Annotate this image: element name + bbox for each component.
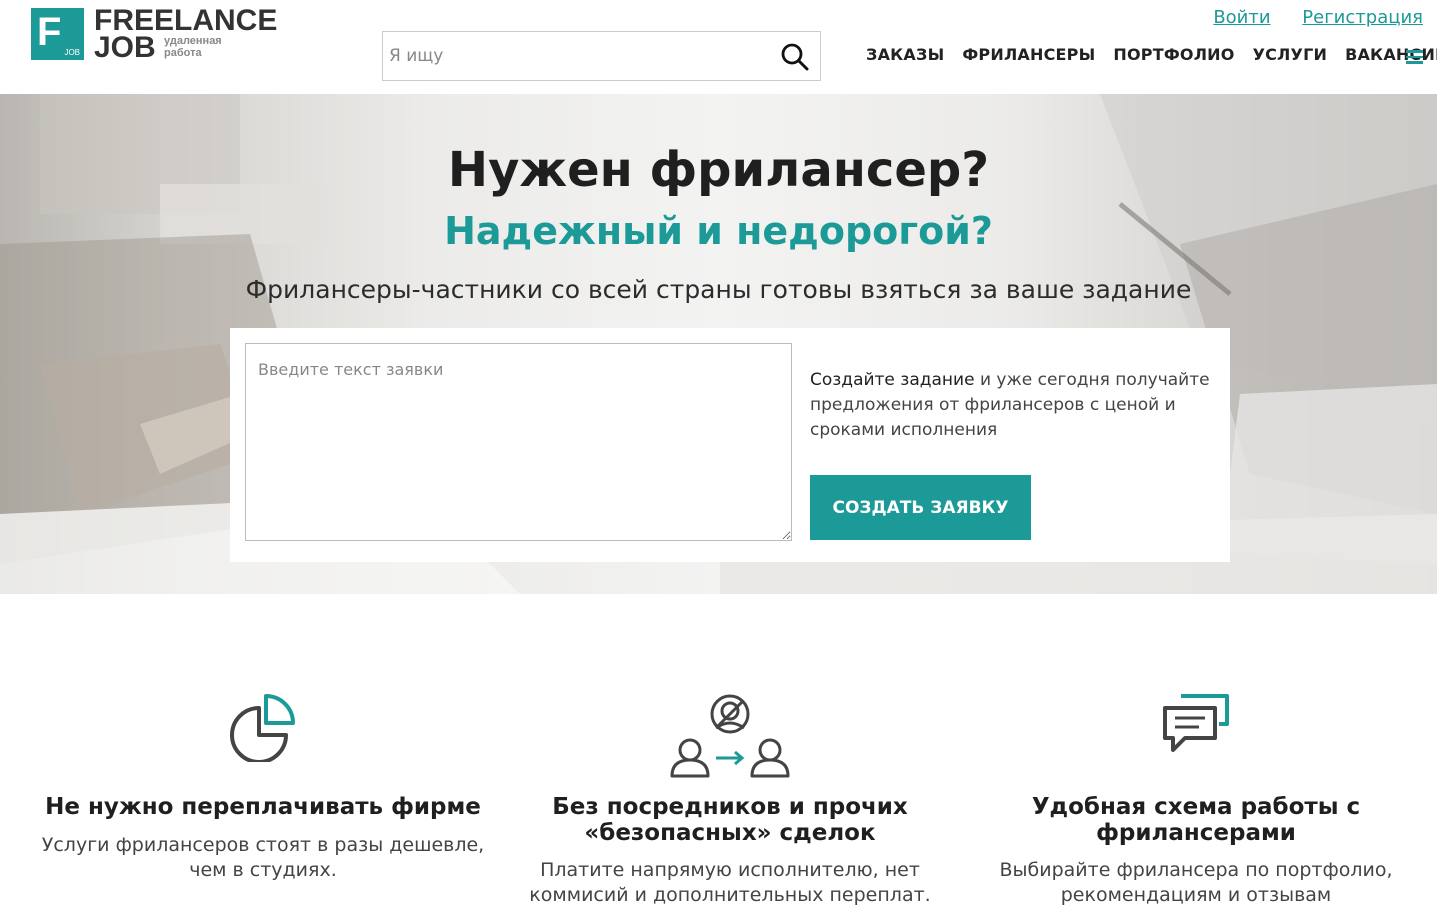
request-textarea[interactable]: [245, 343, 792, 541]
features-section: Не нужно переплачивать фирме Услуги фрил…: [0, 594, 1437, 921]
hero-section: Нужен фрилансер? Надежный и недорогой? Ф…: [0, 94, 1437, 594]
logo-box-tag: JOB: [64, 48, 80, 57]
feature-text: Выбирайте фрилансера по портфолио, реком…: [999, 859, 1393, 906]
nav-item-vacancies[interactable]: ВАКАНСИИ: [1345, 45, 1437, 64]
hamburger-menu-icon[interactable]: [1406, 50, 1423, 64]
logo-tagline-line2: работа: [164, 47, 202, 59]
pie-chart-icon: [228, 692, 298, 766]
search-box: [382, 31, 821, 81]
auth-links: Войти Регистрация: [1187, 7, 1423, 28]
no-middleman-icon: [668, 692, 792, 784]
main-nav: ЗАКАЗЫ ФРИЛАНСЕРЫ ПОРТФОЛИО УСЛУГИ ВАКАН…: [866, 45, 1437, 64]
hero-subtitle: Надежный и недорогой?: [444, 209, 993, 253]
search-input[interactable]: [383, 32, 763, 80]
nav-item-services[interactable]: УСЛУГИ: [1253, 45, 1328, 64]
chat-bubbles-icon: [1161, 692, 1231, 760]
logo-tagline-line1: удаленная: [164, 35, 222, 47]
logo-wordmark-line2: JOB: [94, 31, 156, 64]
site-header: F JOB FREELANCE JOB удаленная работа Вой…: [0, 0, 1437, 94]
create-request-button[interactable]: СОЗДАТЬ ЗАЯВКУ: [810, 475, 1031, 540]
login-link[interactable]: Войти: [1213, 7, 1270, 28]
feature-title: Удобная схема работы с фрилансерами: [1031, 794, 1361, 846]
feature-title: Без посредников и прочих «безопасных» сд…: [552, 794, 908, 846]
feature-text: Платите напрямую исполнителю, нет коммис…: [529, 859, 931, 906]
feature-text: Услуги фрилансеров стоят в разы дешевле,…: [41, 834, 485, 881]
register-link[interactable]: Регистрация: [1302, 7, 1423, 28]
logo-tagline: удаленная работа: [164, 35, 222, 59]
logo-mark: F JOB: [31, 8, 84, 60]
hero-lead: Фрилансеры-частники со всей страны готов…: [245, 275, 1192, 304]
nav-item-orders[interactable]: ЗАКАЗЫ: [866, 45, 944, 64]
nav-item-freelancers[interactable]: ФРИЛАНСЕРЫ: [962, 45, 1095, 64]
feature-title: Не нужно переплачивать фирме: [45, 794, 481, 820]
request-info-highlight: Создайте задание: [810, 370, 975, 390]
hero-title: Нужен фрилансер?: [447, 142, 990, 198]
site-logo[interactable]: F JOB FREELANCE JOB удаленная работа: [31, 5, 291, 64]
request-info: Создайте задание и уже сегодня получайте…: [810, 368, 1210, 443]
search-icon[interactable]: [780, 42, 810, 72]
nav-item-portfolio[interactable]: ПОРТФОЛИО: [1113, 45, 1234, 64]
logo-letter: F: [37, 10, 62, 54]
request-form: Создайте задание и уже сегодня получайте…: [230, 328, 1230, 562]
